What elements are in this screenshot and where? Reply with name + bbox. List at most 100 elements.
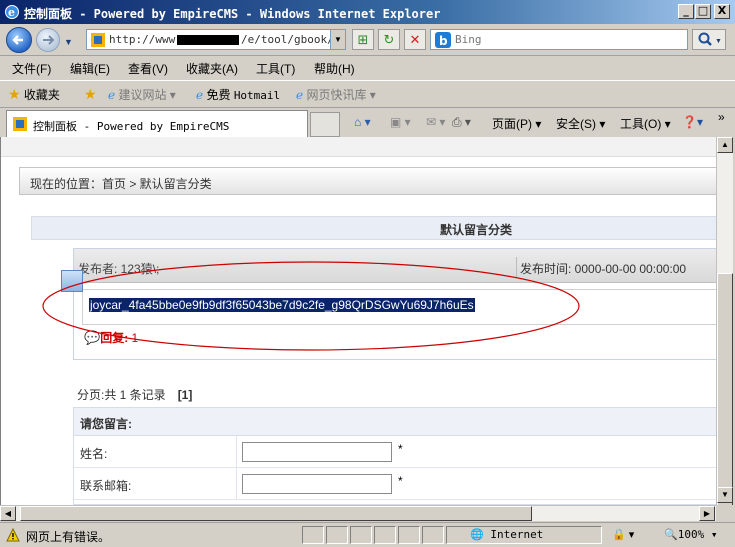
pager-text: 分页:共 1 条记录: [77, 388, 166, 402]
scroll-up-icon[interactable]: ▲: [717, 137, 733, 153]
url-suffix: /e/tool/gbook/?: [241, 33, 341, 46]
more-commands[interactable]: »: [718, 110, 725, 124]
compatibility-view-icon[interactable]: ⊞: [352, 29, 374, 50]
breadcrumb: 现在的位置：首页 > 默认留言分类: [19, 167, 716, 195]
web-slice-gallery-label: 网页快讯库 ▾: [306, 88, 376, 102]
search-button[interactable]: ▼: [692, 29, 726, 50]
window-titlebar: e 控制面板 - Powered by EmpireCMS - Windows …: [0, 0, 735, 24]
forward-button[interactable]: [36, 28, 60, 52]
svg-text:▼: ▼: [715, 38, 722, 45]
page-viewport: 现在的位置：首页 > 默认留言分类 默认留言分类 发布者: 123猿\; 发布时…: [0, 137, 716, 505]
search-input[interactable]: b Bing: [430, 29, 688, 50]
menu-bar: 文件(F) 编辑(E) 查看(V) 收藏夹(A) 工具(T) 帮助(H): [0, 57, 735, 77]
address-toolbar: ▼ http://www. /e/tool/gbook/? ▼ ⊞ ↻ ✕ b …: [0, 24, 735, 56]
menu-favorites[interactable]: 收藏夹(A): [186, 60, 238, 77]
minimize-button[interactable]: _: [678, 4, 694, 19]
status-panel: [422, 526, 444, 544]
favorites-label: 收藏夹: [23, 88, 60, 102]
status-bar: 网页上有错误。 🌐 Internet 🔒 ▾ 🔍100% ▾: [0, 522, 735, 547]
email-input[interactable]: [242, 474, 392, 494]
name-label: 姓名:: [80, 447, 108, 461]
page-menu[interactable]: 页面(P) ▾: [492, 115, 541, 132]
zoom-level[interactable]: 🔍100% ▾: [664, 528, 717, 541]
form-divider: [236, 436, 237, 468]
zoom-value: 100%: [677, 528, 705, 541]
tab-title: 控制面板 - Powered by EmpireCMS: [33, 120, 230, 133]
menu-view[interactable]: 查看(V): [128, 60, 168, 77]
zoom-icon: 🔍: [664, 528, 678, 541]
mail-icon[interactable]: ✉ ▾: [426, 115, 445, 129]
feeds-icon[interactable]: ▣ ▾: [390, 115, 411, 129]
address-dropdown-icon[interactable]: ▼: [330, 30, 345, 49]
globe-icon: 🌐: [470, 528, 484, 541]
maximize-button[interactable]: □: [695, 4, 711, 19]
section-header: 默认留言分类: [31, 216, 716, 240]
site-favicon-icon: [13, 117, 27, 131]
new-tab-button[interactable]: [310, 112, 340, 137]
address-bar[interactable]: http://www. /e/tool/gbook/? ▼: [86, 29, 346, 50]
scroll-corner: [716, 505, 733, 521]
svg-text:e: e: [8, 6, 15, 19]
favorites-bar: ★ 收藏夹 ★ ℯ 建议网站 ▾ ℯ 免费 Hotmail ℯ 网页快讯库 ▾: [0, 80, 735, 106]
ie-small-icon: ℯ: [296, 88, 304, 102]
ie-small-icon: ℯ: [196, 88, 204, 102]
menu-help[interactable]: 帮助(H): [314, 60, 355, 77]
horizontal-scrollbar[interactable]: ◀ ▶: [0, 505, 716, 521]
security-zone[interactable]: 🌐 Internet: [470, 528, 543, 541]
hotmail-prefix: 免费: [206, 88, 231, 102]
scroll-left-icon[interactable]: ◀: [0, 506, 16, 521]
vertical-scroll-thumb[interactable]: [717, 273, 733, 509]
warning-icon[interactable]: [6, 528, 20, 542]
tab-command-bar: 控制面板 - Powered by EmpireCMS ⌂ ▾ ▣ ▾ ✉ ▾ …: [0, 107, 735, 137]
form-row-name: 姓名: *: [74, 436, 716, 468]
form-header: 请您留言:: [74, 408, 716, 436]
ie-logo-icon: e: [5, 5, 19, 19]
name-input[interactable]: [242, 442, 392, 462]
tab-active[interactable]: 控制面板 - Powered by EmpireCMS: [6, 110, 308, 137]
menu-tools[interactable]: 工具(T): [256, 60, 295, 77]
favorites-button[interactable]: ★ 收藏夹: [8, 86, 60, 103]
status-panel: [350, 526, 372, 544]
history-dropdown-icon[interactable]: ▼: [64, 37, 73, 47]
status-panel: [374, 526, 396, 544]
refresh-icon[interactable]: ↻: [378, 29, 400, 50]
web-slice-gallery-link[interactable]: ℯ 网页快讯库 ▾: [296, 86, 376, 103]
star-icon: ★: [8, 86, 21, 102]
hotmail-link[interactable]: ℯ 免费 Hotmail: [196, 86, 280, 103]
name-required-mark: *: [398, 442, 403, 456]
scroll-right-icon[interactable]: ▶: [699, 506, 715, 521]
search-placeholder: Bing: [455, 33, 482, 46]
window-title: 控制面板 - Powered by EmpireCMS - Windows In…: [24, 7, 441, 21]
arrow-right-icon: [43, 35, 55, 45]
redacted-domain: [177, 35, 239, 45]
status-panel: [326, 526, 348, 544]
status-panel: [302, 526, 324, 544]
status-panel: [398, 526, 420, 544]
suggested-sites-link[interactable]: ℯ 建议网站 ▾: [108, 86, 176, 103]
vertical-scrollbar[interactable]: ▲ ▼: [716, 137, 733, 509]
menu-file[interactable]: 文件(F): [12, 60, 51, 77]
site-favicon-icon: [91, 33, 105, 47]
annotation-ellipse: [42, 261, 580, 351]
tools-menu[interactable]: 工具(O) ▾: [620, 115, 671, 132]
url-prefix: http://www.: [109, 33, 182, 46]
menu-edit[interactable]: 编辑(E): [70, 60, 110, 77]
protected-mode-icon[interactable]: 🔒 ▾: [612, 528, 634, 541]
add-favorite-icon[interactable]: ★: [84, 86, 97, 103]
back-button[interactable]: [6, 27, 32, 53]
close-button[interactable]: X: [714, 4, 730, 19]
scroll-down-icon[interactable]: ▼: [717, 487, 733, 503]
stop-icon[interactable]: ✕: [404, 29, 426, 50]
form-title: 请您留言:: [80, 417, 132, 431]
form-divider: [236, 468, 237, 500]
home-icon[interactable]: ⌂ ▾: [354, 115, 371, 129]
horizontal-scroll-thumb[interactable]: [20, 506, 532, 521]
magnifier-icon: ▼: [698, 32, 722, 46]
safety-menu[interactable]: 安全(S) ▾: [556, 115, 605, 132]
pager: 分页:共 1 条记录 [1]: [77, 386, 192, 403]
help-icon[interactable]: ❓▾: [682, 115, 703, 129]
pager-current-page[interactable]: [1]: [178, 388, 193, 402]
ie-small-icon: ℯ: [108, 88, 116, 102]
status-text: 网页上有错误。: [26, 530, 111, 544]
print-icon[interactable]: ⎙ ▾: [452, 115, 471, 130]
